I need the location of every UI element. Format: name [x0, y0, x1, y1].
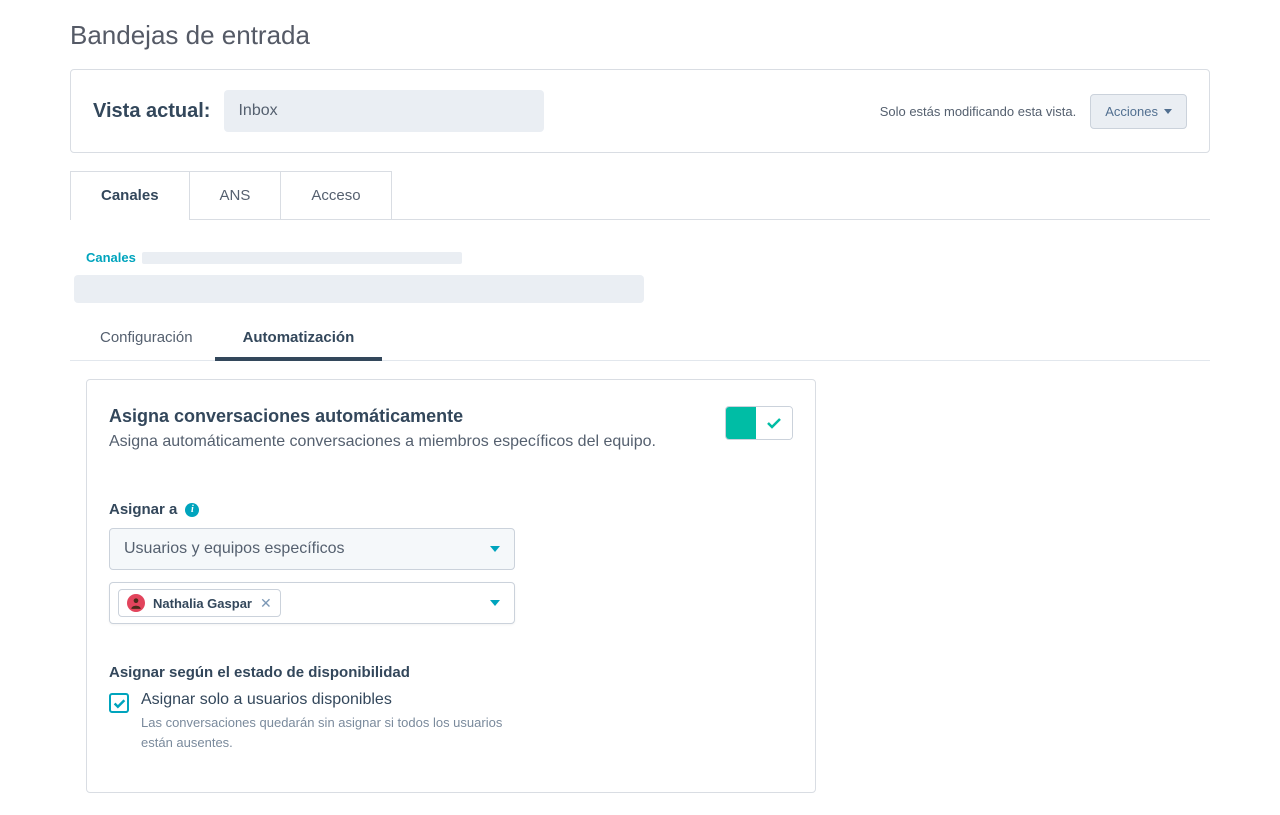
- subtab-automatizacion[interactable]: Automatización: [243, 319, 355, 360]
- remove-user-icon[interactable]: ✕: [260, 595, 272, 612]
- page-title: Bandejas de entrada: [70, 20, 1210, 51]
- avatar: [127, 594, 145, 612]
- info-icon[interactable]: i: [185, 503, 199, 517]
- channel-name-placeholder: [74, 275, 644, 303]
- automation-panel: Asigna conversaciones automáticamente As…: [86, 379, 816, 793]
- caret-down-icon: [1164, 109, 1172, 114]
- tab-ans[interactable]: ANS: [189, 171, 282, 219]
- sub-tabs: Configuración Automatización: [70, 319, 1210, 361]
- caret-down-icon: [490, 600, 500, 606]
- current-view-label: Vista actual:: [93, 100, 210, 123]
- check-icon: [113, 698, 126, 709]
- breadcrumb-root[interactable]: Canales: [86, 250, 136, 265]
- auto-assign-toggle[interactable]: [725, 406, 793, 440]
- actions-label: Acciones: [1105, 104, 1158, 119]
- current-view-input[interactable]: [224, 90, 544, 132]
- availability-checkbox[interactable]: [109, 693, 129, 713]
- user-tag: Nathalia Gaspar ✕: [118, 589, 281, 617]
- main-tabs: Canales ANS Acceso: [70, 171, 1210, 220]
- breadcrumb: Canales: [86, 250, 1210, 265]
- assign-users-multiselect[interactable]: Nathalia Gaspar ✕: [109, 582, 515, 624]
- availability-help-text: Las conversaciones quedarán sin asignar …: [141, 713, 511, 752]
- check-icon: [766, 417, 782, 429]
- assign-to-label: Asignar a i: [109, 501, 793, 518]
- subtab-configuracion[interactable]: Configuración: [100, 319, 193, 360]
- breadcrumb-placeholder: [142, 252, 462, 264]
- auto-assign-title: Asigna conversaciones automáticamente: [109, 406, 656, 427]
- view-note: Solo estás modificando esta vista.: [880, 104, 1077, 119]
- tab-canales[interactable]: Canales: [70, 171, 190, 219]
- view-bar: Vista actual: Solo estás modificando est…: [70, 69, 1210, 153]
- auto-assign-desc: Asigna automáticamente conversaciones a …: [109, 433, 656, 451]
- assign-to-value: Usuarios y equipos específicos: [124, 540, 345, 558]
- assign-to-select[interactable]: Usuarios y equipos específicos: [109, 528, 515, 570]
- caret-down-icon: [490, 546, 500, 552]
- tab-acceso[interactable]: Acceso: [280, 171, 391, 219]
- actions-button[interactable]: Acciones: [1090, 94, 1187, 129]
- user-tag-name: Nathalia Gaspar: [153, 596, 252, 611]
- availability-label: Asignar según el estado de disponibilida…: [109, 664, 793, 681]
- availability-checkbox-label: Asignar solo a usuarios disponibles: [141, 691, 511, 709]
